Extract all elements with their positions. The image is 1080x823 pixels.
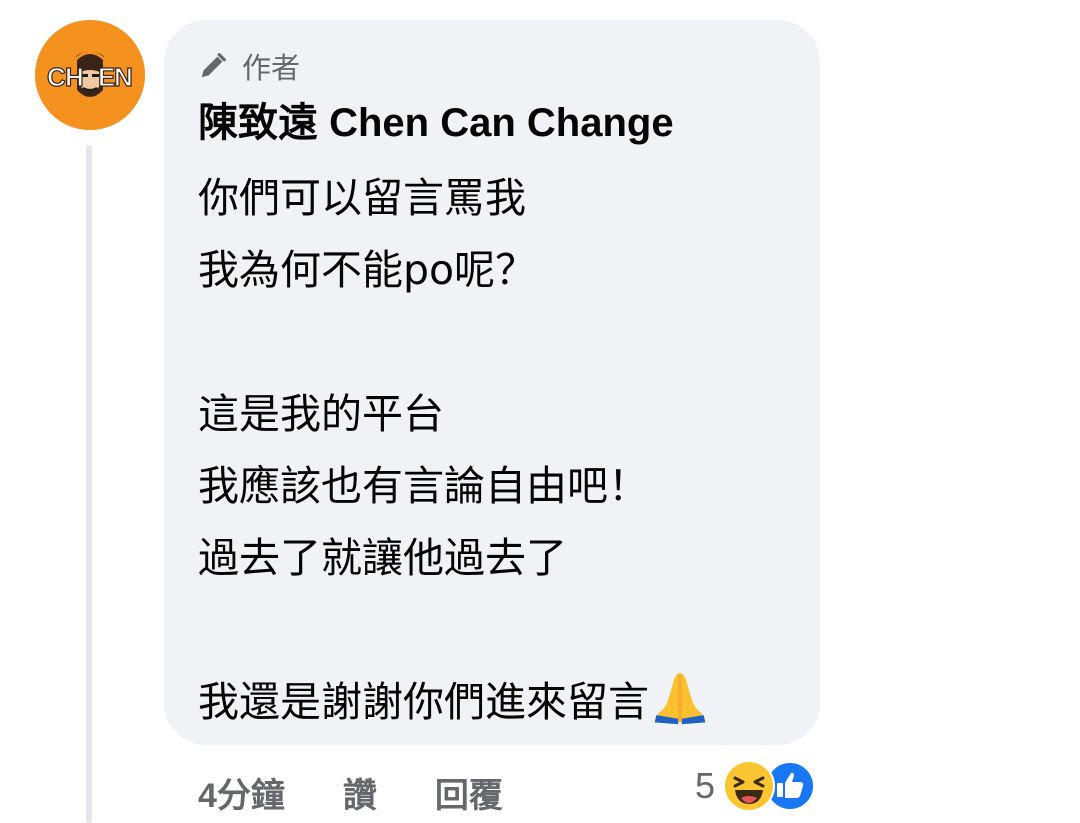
reaction-summary[interactable]: 5 [695,760,816,812]
comment-line: 過去了就讓他過去了 [198,534,567,582]
author-badge: 作者 [198,48,786,85]
comment-line-text: 我還是謝謝你們進來留言 [198,678,649,726]
timestamp[interactable]: 4分鐘 [198,768,285,817]
svg-text:H: H [65,62,84,92]
like-button[interactable]: 讚 [343,768,377,817]
comment-line: 我應該也有言論自由吧！ [198,462,649,510]
comment-thread: C H E N 作者 陳致遠 Chen Can Change 你們可以留言罵我 … [0,0,1080,823]
thread-line [86,145,92,823]
reaction-count: 5 [695,765,716,806]
comment-actions: 4分鐘 讚 回覆 [198,766,503,818]
avatar[interactable]: C H E N [35,20,145,130]
svg-text:C: C [47,62,66,92]
comment-line-blank [198,306,786,378]
comment-line-blank [198,594,786,666]
svg-text:N: N [114,62,133,92]
folded-hands-emoji [654,673,706,725]
author-badge-label: 作者 [242,51,301,85]
comment-line: 這是我的平台 [198,390,444,438]
comment-line-last: 我還是謝謝你們進來留言 [198,666,786,738]
svg-text:E: E [98,62,115,92]
comment-line: 你們可以留言罵我 [198,174,526,222]
pencil-icon [201,53,226,78]
haha-reaction-icon [723,760,776,812]
reaction-icons [723,760,816,812]
comment-line: 我為何不能po呢？ [198,246,537,294]
author-name[interactable]: 陳致遠 Chen Can Change [198,98,786,148]
avatar-logo: C H E N [35,20,145,130]
comment-text: 你們可以留言罵我 我為何不能po呢？ 這是我的平台 我應該也有言論自由吧！ 過去… [198,162,786,738]
reply-button[interactable]: 回覆 [435,768,503,817]
comment-bubble: 作者 陳致遠 Chen Can Change 你們可以留言罵我 我為何不能po呢… [164,20,820,745]
